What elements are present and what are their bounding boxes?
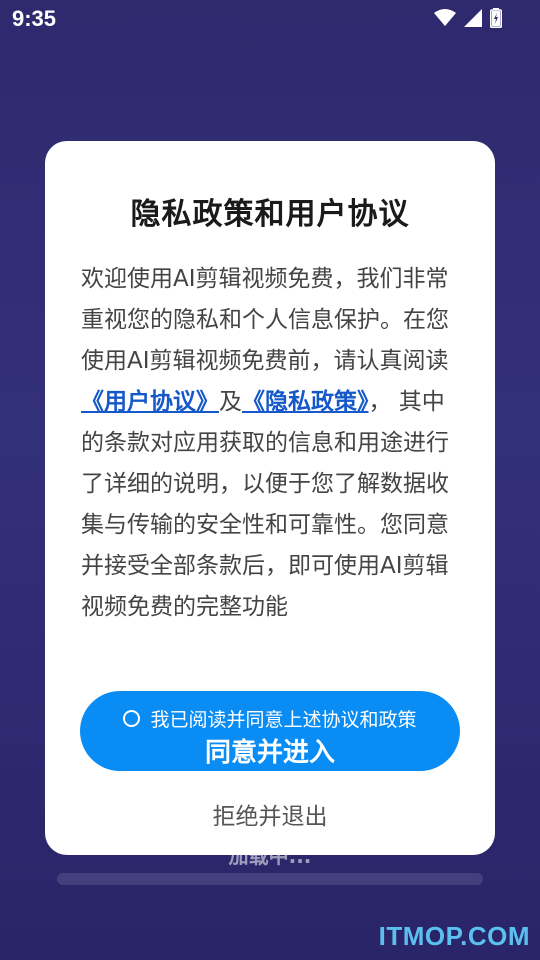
dialog-title: 隐私政策和用户协议 <box>130 197 410 232</box>
consent-checkbox[interactable]: 我已阅读并同意上述协议和政策 <box>80 705 460 732</box>
signal-icon <box>464 9 482 27</box>
watermark-logo: ITMOP.COM <box>378 921 530 951</box>
wifi-icon <box>434 9 456 27</box>
user-agreement-link[interactable]: 《用户协议》 <box>81 389 219 415</box>
dialog-body: 欢迎使用AI剪辑视频免费，我们非常重视您的隐私和个人信息保护。在您使用AI剪辑视… <box>81 259 463 628</box>
privacy-dialog: 隐私政策和用户协议 欢迎使用AI剪辑视频免费，我们非常重视您的隐私和个人信息保护… <box>45 141 495 855</box>
body-intro-text: 欢迎使用AI剪辑视频免费，我们非常重视您的隐私和个人信息保护。在您使用AI剪辑视… <box>81 266 449 374</box>
loading-progress-bar <box>57 873 483 885</box>
radio-unchecked-icon[interactable] <box>123 710 141 727</box>
consent-label: 我已阅读并同意上述协议和政策 <box>150 709 417 731</box>
status-time: 9:35 <box>12 6 57 31</box>
status-icons <box>434 8 502 28</box>
agree-button[interactable]: 我已阅读并同意上述协议和政策 同意并进入 <box>80 691 460 771</box>
body-rest-text: ， 其中的条款对应用获取的信息和用途进行了详细的说明，以便于您了解数据收集与传输… <box>81 389 449 620</box>
status-bar: 9:35 <box>0 0 540 40</box>
reject-button[interactable]: 拒绝并退出 <box>45 797 495 831</box>
agree-button-label: 同意并进入 <box>204 738 335 768</box>
privacy-policy-link[interactable]: 《隐私政策》 <box>242 389 369 415</box>
battery-charging-icon <box>490 8 502 28</box>
conjunction-text: 及 <box>219 389 242 415</box>
